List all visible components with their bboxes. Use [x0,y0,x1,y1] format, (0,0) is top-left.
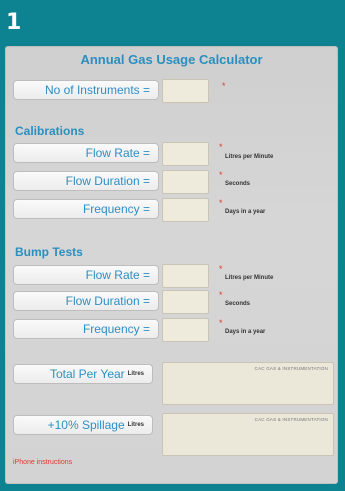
cal-frequency-unit: Days in a year [225,209,266,215]
required-marker: * [219,318,223,328]
bump-flow-rate-input[interactable] [162,264,209,288]
watermark: CAC GAS & INSTRUMENTATION [254,417,328,422]
bump-flow-rate-unit: Litres per Minute [225,275,274,281]
watermark: CAC GAS & INSTRUMENTATION [254,366,328,371]
required-marker: * [219,290,223,300]
total-per-year-label: Total Per Year Litres [13,364,153,384]
required-marker: * [219,170,223,180]
bump-flow-duration-label: Flow Duration = [13,291,159,311]
required-marker: * [219,198,223,208]
bump-flow-rate-label: Flow Rate = [13,265,159,285]
calibrations-heading: Calibrations [15,124,85,138]
cal-frequency-label: Frequency = [13,199,159,219]
calculator-panel: Annual Gas Usage Calculator No of Instru… [5,46,338,484]
required-marker: * [219,264,223,274]
required-marker: * [219,142,223,152]
bump-flow-duration-unit: Seconds [225,301,251,307]
total-per-year-output: CAC GAS & INSTRUMENTATION [162,362,334,405]
iphone-instructions-link[interactable]: iPhone instructions [13,459,72,466]
step-number: 1 [6,10,22,35]
cal-flow-rate-input[interactable] [162,142,209,166]
total-unit: Litres [127,371,144,377]
bump-tests-heading: Bump Tests [15,245,83,259]
cal-flow-rate-label: Flow Rate = [13,143,159,163]
required-marker: * [222,81,226,91]
cal-flow-rate-unit: Litres per Minute [225,154,274,160]
instruments-input[interactable] [162,79,209,103]
bump-flow-duration-input[interactable] [162,290,209,314]
spillage-output: CAC GAS & INSTRUMENTATION [162,413,334,456]
instruments-label: No of Instruments = [13,80,159,100]
cal-flow-duration-input[interactable] [162,170,209,194]
page-title: Annual Gas Usage Calculator [80,52,263,67]
cal-flow-duration-label: Flow Duration = [13,171,159,191]
cal-flow-duration-unit: Seconds [225,181,251,187]
bump-frequency-label: Frequency = [13,319,159,339]
bump-frequency-unit: Days in a year [225,329,266,335]
spillage-unit: Litres [127,422,144,428]
total-per-year-text: Total Per Year [49,367,125,381]
spillage-label: +10% Spillage Litres [13,415,153,435]
cal-frequency-input[interactable] [162,198,209,222]
bump-frequency-input[interactable] [162,318,209,342]
spillage-text: +10% Spillage [47,418,125,432]
